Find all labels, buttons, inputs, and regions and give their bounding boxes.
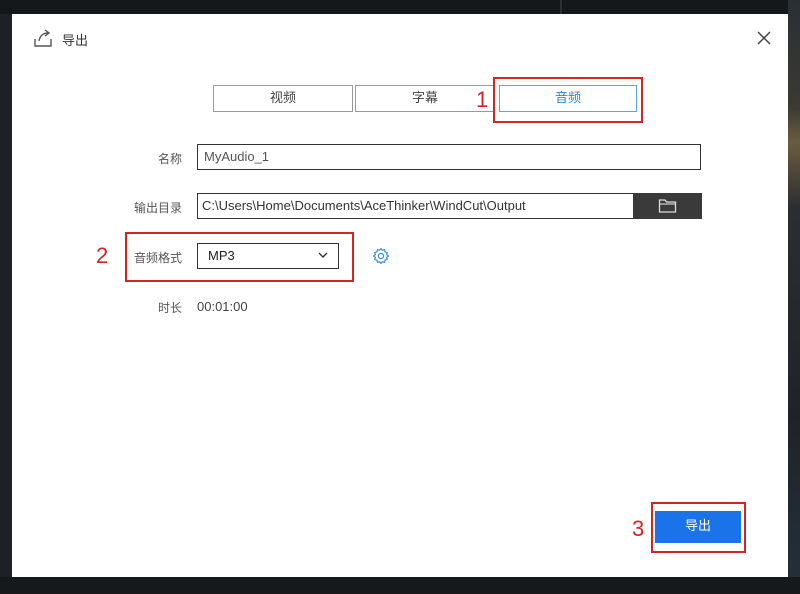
tab-subtitle[interactable]: 字幕 bbox=[355, 85, 495, 112]
output-dir-input[interactable]: C:\Users\Home\Documents\AceThinker\WindC… bbox=[197, 193, 633, 219]
annotation-box-3 bbox=[651, 502, 746, 553]
background-divider bbox=[560, 0, 562, 14]
gear-icon[interactable] bbox=[372, 247, 390, 265]
annotation-number-3: 3 bbox=[632, 516, 645, 541]
dialog-title: 导出 bbox=[62, 34, 89, 49]
name-label: 名称 bbox=[157, 152, 182, 166]
duration-label: 时长 bbox=[157, 301, 182, 315]
close-icon[interactable] bbox=[754, 28, 774, 48]
dialog-title-bar: 导出 bbox=[12, 14, 788, 62]
name-input[interactable]: MyAudio_1 bbox=[197, 144, 701, 170]
annotation-box-1 bbox=[493, 77, 643, 123]
annotation-box-2 bbox=[125, 232, 354, 282]
export-icon bbox=[34, 29, 52, 47]
annotation-number-1: 1 bbox=[476, 87, 489, 112]
background-video-preview bbox=[788, 0, 800, 594]
export-dialog: 导出 视频 字幕 音频 名称 MyAudio_1 输出目录 C:\Users\H… bbox=[12, 14, 788, 577]
output-dir-label: 输出目录 bbox=[133, 201, 182, 215]
background-app-top bbox=[0, 0, 800, 14]
annotation-number-2: 2 bbox=[96, 243, 109, 268]
browse-folder-button[interactable] bbox=[633, 193, 702, 219]
background-app-bottom bbox=[0, 577, 800, 594]
duration-value: 00:01:00 bbox=[197, 299, 248, 314]
tab-video[interactable]: 视频 bbox=[213, 85, 353, 112]
folder-icon bbox=[658, 199, 677, 213]
